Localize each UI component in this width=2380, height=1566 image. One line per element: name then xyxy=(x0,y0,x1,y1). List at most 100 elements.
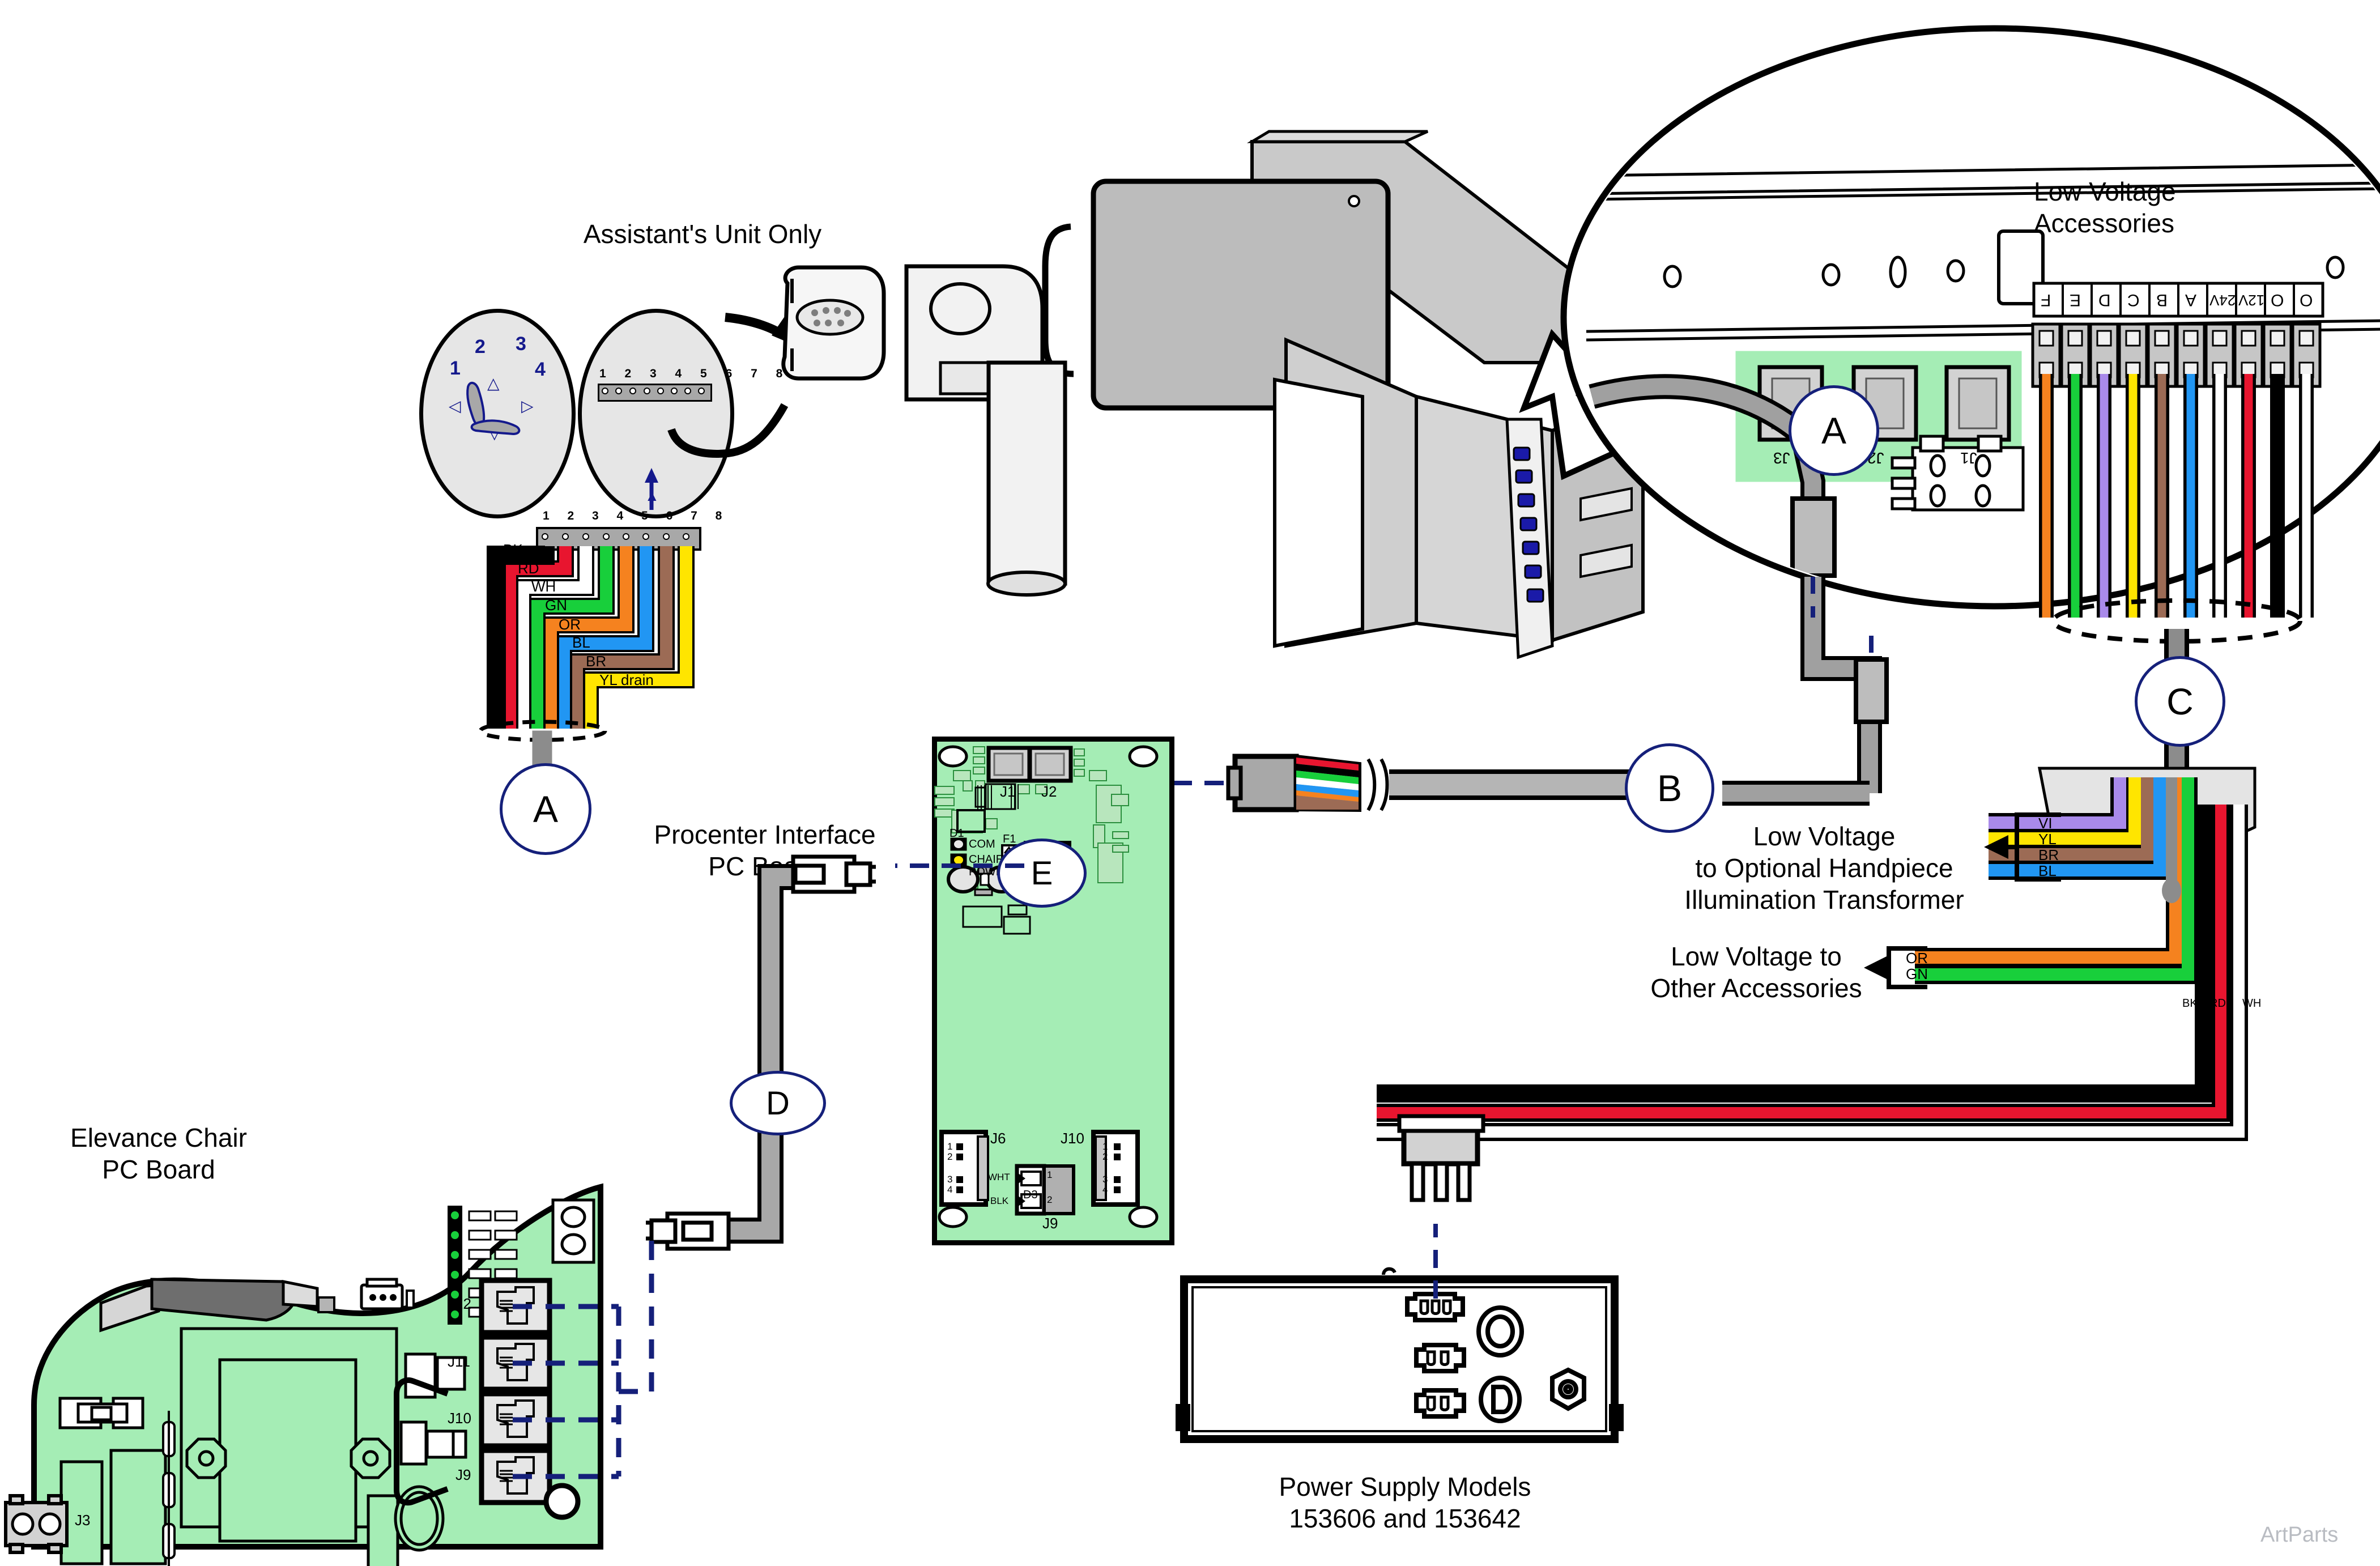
procenter-connector-label-J9: J9 xyxy=(1042,1215,1058,1232)
low-voltage-other-label: Low Voltage to Other Accessories xyxy=(1650,942,1862,1003)
power-supply-caption: Power Supply Models 153606 and 153642 xyxy=(1279,1472,1531,1534)
procenter-j10-pin-2: 2 xyxy=(1102,1151,1108,1162)
c-wire-label-BK: BK xyxy=(2182,997,2198,1010)
procenter-j9-pin-1: 1 xyxy=(1047,1169,1053,1180)
callout-a-inset: A xyxy=(1789,385,1879,476)
touchpad-preset-3: 3 xyxy=(516,333,526,355)
terminal-label-C: C xyxy=(2127,291,2140,309)
procenter-connector-label-J1: J1 xyxy=(1000,783,1016,800)
procenter-board-title: Procenter Interface PC Board xyxy=(654,820,876,882)
inset-contents xyxy=(1585,163,2380,578)
harness-wires xyxy=(478,546,695,772)
terminal-label-O1: O xyxy=(2271,291,2284,309)
procenter-pcb-details xyxy=(934,745,1159,1228)
power-supply-plug xyxy=(1397,1114,1485,1202)
procenter-connector-label-J2: J2 xyxy=(1041,783,1057,800)
inset-magnifier-ellipse xyxy=(1560,25,2380,610)
procenter-led-label-D1: D1 xyxy=(950,827,964,840)
terminal-label-A: A xyxy=(2185,291,2197,309)
touchpad-chair-glyph xyxy=(466,381,521,436)
harness-wire-label-BK: BK xyxy=(503,541,523,558)
touchpad-arrow-up-icon[interactable]: △ xyxy=(487,374,500,393)
elevance-pcb xyxy=(4,1183,654,1566)
touchpad-arrow-right-icon[interactable]: ▷ xyxy=(521,397,534,415)
c-wire-label-BL: BL xyxy=(2038,862,2057,879)
low-voltage-handpiece-label: Low Voltage to Optional Handpiece Illumi… xyxy=(1684,822,1964,915)
c-wire-label-WH: WH xyxy=(2242,997,2262,1010)
procenter-j6-pin-4: 4 xyxy=(947,1184,953,1195)
harness-header-bar xyxy=(536,527,701,551)
c-connector-fanout xyxy=(1377,767,2256,1141)
terminal-label-F: F xyxy=(2041,291,2051,309)
inset-connector-label-J1: J1 xyxy=(1960,449,1977,467)
power-supply-illustration xyxy=(1176,1224,1624,1443)
elevance-board-title: Elevance Chair PC Board xyxy=(70,1123,247,1185)
elevance-connector-label-J9: J9 xyxy=(455,1466,471,1483)
harness-to-oval-arrow xyxy=(645,468,658,510)
procenter-j9-pin-2: 2 xyxy=(1047,1194,1053,1205)
c-wire-label-GN: GN xyxy=(1906,965,1928,982)
terminal-label-B: B xyxy=(2156,291,2168,309)
harness-wire-label-OR: OR xyxy=(559,616,581,633)
watermark: ArtParts xyxy=(2260,1523,2339,1547)
callout-b-label: B xyxy=(1657,767,1683,809)
terminal-label-E: E xyxy=(2070,291,2081,309)
c-wire-label-OR: OR xyxy=(1906,950,1928,967)
touchpad-preset-4: 4 xyxy=(535,359,546,380)
touchpad-preset-2: 2 xyxy=(475,336,486,358)
procenter-j9-wire-BLK: BLK xyxy=(990,1195,1009,1206)
assistants-unit-title: Assistant's Unit Only xyxy=(583,219,822,249)
delivery-unit-illustration xyxy=(781,130,1645,659)
oval-leader-arrow xyxy=(667,313,817,458)
elevance-connector-label-J12: J12 xyxy=(448,1295,471,1312)
elevance-connector-label-J11: J11 xyxy=(448,1353,470,1370)
procenter-led-text-COM: COM xyxy=(969,838,995,850)
touchpad-pin-strip xyxy=(598,384,712,402)
callout-a-label: A xyxy=(533,788,559,830)
terminal-label-12V: 12V xyxy=(2238,292,2265,309)
touchpad-arrow-up2-icon: ▲ xyxy=(645,487,659,504)
touchpad-arrow-left-icon[interactable]: ◁ xyxy=(449,397,461,415)
harness-wire-label-GN: GN xyxy=(545,597,567,614)
c-wire-label-VI: VI xyxy=(2038,815,2053,832)
procenter-j10-pin-3: 3 xyxy=(1102,1174,1108,1185)
terminal-label-O2: O xyxy=(2300,291,2313,309)
touchpad-oval-left xyxy=(419,309,576,518)
touchpad-preset-1: 1 xyxy=(450,358,461,379)
procenter-led-label-D3: D3 xyxy=(1023,1189,1038,1201)
procenter-fuse-label-F1: F1 xyxy=(1003,833,1016,845)
terminal-wires-down xyxy=(2039,374,2314,644)
procenter-connector-label-J6: J6 xyxy=(990,1130,1006,1147)
harness-wire-label-BR: BR xyxy=(586,653,607,670)
callout-b: B xyxy=(1625,743,1714,833)
procenter-j6-pin-2: 2 xyxy=(947,1151,953,1162)
callout-c: C xyxy=(2135,656,2225,747)
procenter-j9-wire-WHT: WHT xyxy=(988,1172,1010,1182)
procenter-j6-pin-1: 1 xyxy=(947,1141,953,1152)
j4-dashed-link xyxy=(895,863,1024,868)
harness-header-pin-numbers: 1 2 3 4 5 6 7 8 xyxy=(543,509,730,522)
harness-wire-label-YLdrain: YL drain xyxy=(599,671,654,688)
d-cable xyxy=(646,854,876,1251)
c-wire-label-RD: RD xyxy=(2209,997,2226,1010)
callout-c-label: C xyxy=(2166,680,2194,722)
elevance-connector-label-J3: J3 xyxy=(75,1512,91,1529)
touchpad-arrow-down-icon[interactable]: ▽ xyxy=(488,424,501,442)
callout-e-label: E xyxy=(1031,854,1053,892)
callout-e: E xyxy=(997,839,1087,908)
callout-a-harness: A xyxy=(500,763,591,855)
callout-d-label: D xyxy=(766,1084,790,1122)
harness-wire-label-RD: RD xyxy=(518,560,539,577)
diagram-canvas: Assistant's Unit Only 2 3 1 4 △ ◁ ▷ ▽ 1 … xyxy=(0,0,2380,1566)
procenter-j10-pin-4: 4 xyxy=(1102,1184,1108,1195)
procenter-j10-pin-1: 1 xyxy=(1102,1141,1108,1152)
b-to-a-riser xyxy=(1722,577,1889,806)
c-wire-label-YL: YL xyxy=(2038,831,2057,848)
elevance-connector-label-J10: J10 xyxy=(448,1410,471,1427)
procenter-pcb xyxy=(932,737,1174,1245)
harness-wire-label-WH: WH xyxy=(531,578,556,595)
touchpad-pin-numbers: 1 2 3 4 5 6 7 8 xyxy=(599,367,790,380)
callout-d: D xyxy=(730,1071,826,1135)
procenter-j6-pin-3: 3 xyxy=(947,1174,953,1185)
c-wire-label-BR: BR xyxy=(2038,846,2059,863)
